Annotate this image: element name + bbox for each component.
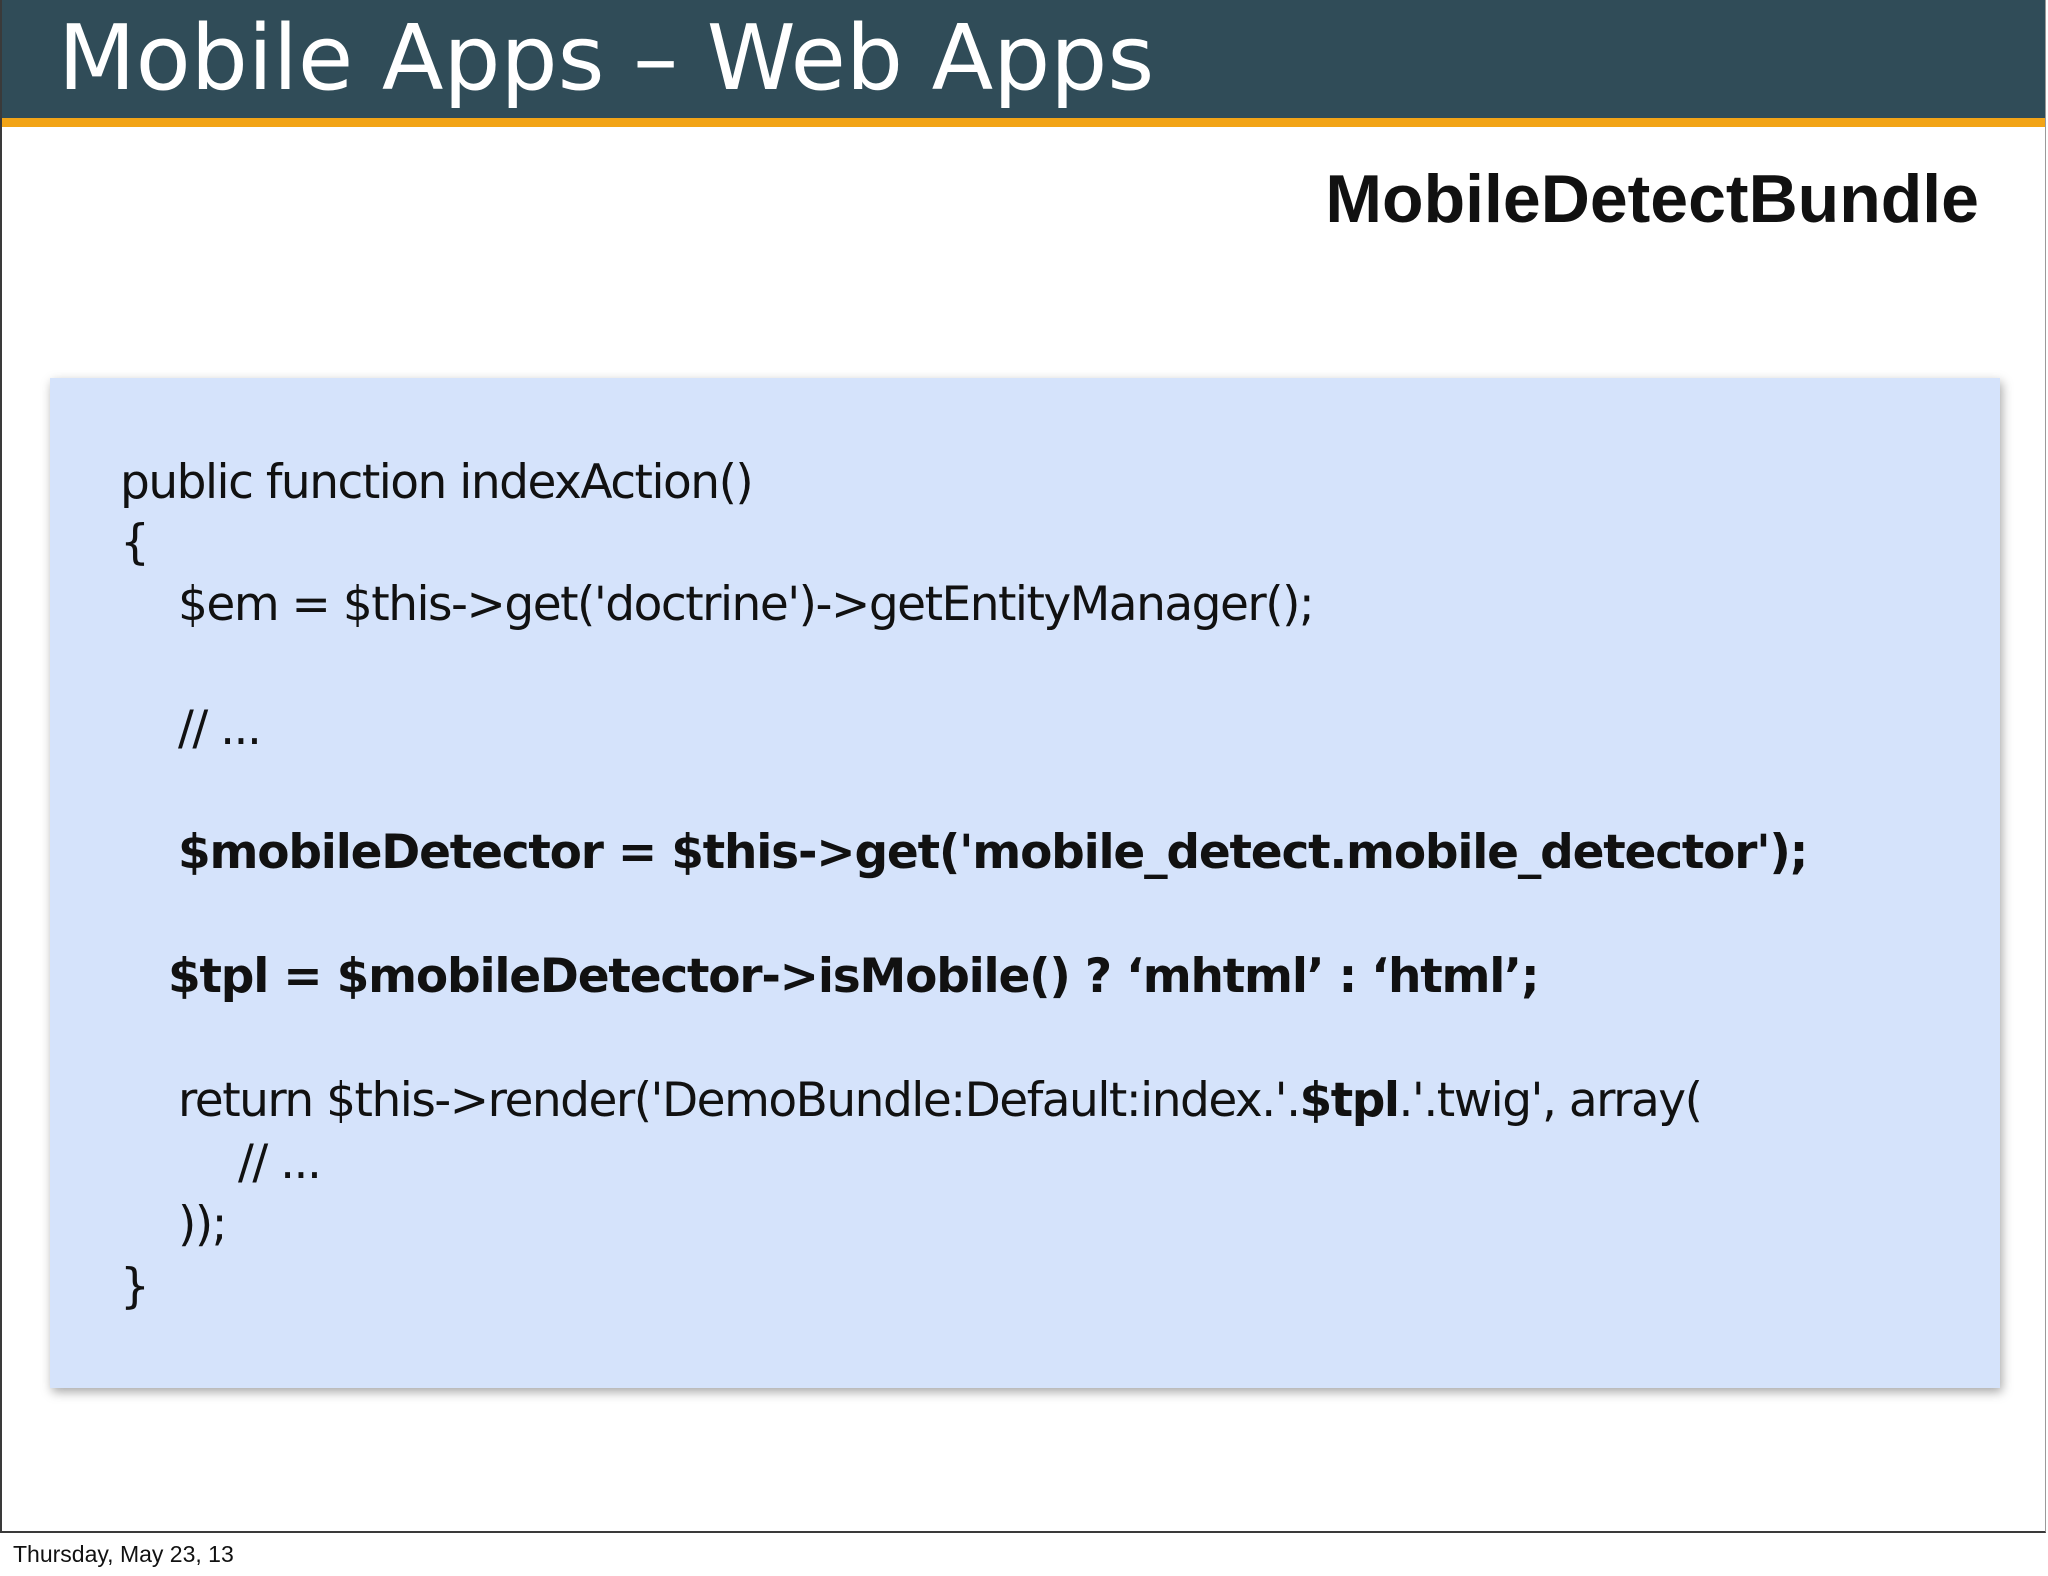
slide-subtitle: MobileDetectBundle xyxy=(1325,161,1979,237)
code-line-5: $mobileDetector = $this->get('mobile_det… xyxy=(178,825,1808,880)
header-bar: Mobile Apps – Web Apps xyxy=(2,0,2045,118)
page: Mobile Apps – Web Apps MobileDetectBundl… xyxy=(0,0,2048,1576)
code-line-7-start: return $this->render('DemoBundle:Default… xyxy=(178,1073,1301,1128)
slide: Mobile Apps – Web Apps MobileDetectBundl… xyxy=(0,0,2046,1533)
code-line-9: )); xyxy=(178,1197,228,1252)
footer-date: Thursday, May 23, 13 xyxy=(13,1541,234,1567)
code-line-7-end: .'.twig', array( xyxy=(1398,1073,1702,1128)
code-line-1: public function indexAction() xyxy=(120,455,754,510)
code-line-7-variable: $tpl xyxy=(1299,1073,1400,1128)
code-block: public function indexAction() { $em = $t… xyxy=(50,378,2000,1388)
code-line-3: $em = $this->get('doctrine')->getEntityM… xyxy=(178,577,1315,632)
code-line-2: { xyxy=(120,515,150,570)
code-line-7: return $this->render('DemoBundle:Default… xyxy=(178,1071,1703,1131)
code-line-8: // ... xyxy=(238,1135,322,1190)
header-accent-stripe xyxy=(2,118,2045,127)
code-line-4: // ... xyxy=(178,701,262,756)
code-line-6: $tpl = $mobileDetector->isMobile() ? ‘mh… xyxy=(168,949,1540,1004)
slide-title: Mobile Apps – Web Apps xyxy=(58,6,1155,111)
code-line-10: } xyxy=(120,1259,150,1314)
